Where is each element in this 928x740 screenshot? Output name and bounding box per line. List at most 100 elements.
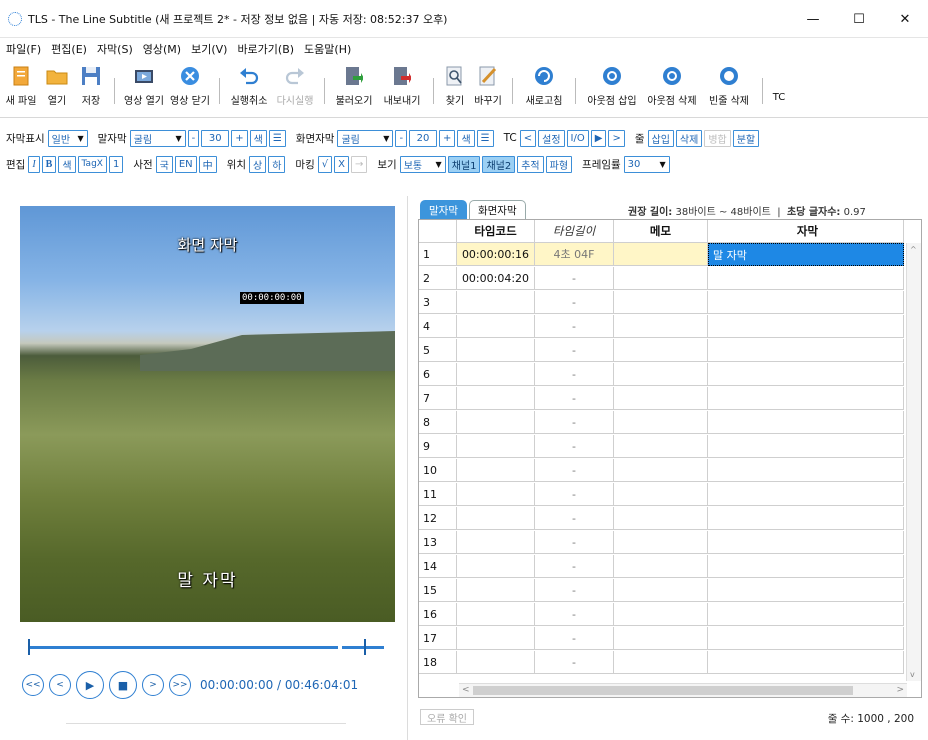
memo-cell[interactable]: [614, 507, 708, 530]
screen-align-icon[interactable]: ☰: [476, 129, 494, 147]
text-color-button[interactable]: 색: [58, 155, 76, 173]
bold-button[interactable]: B: [41, 155, 57, 173]
timecode-cell[interactable]: [457, 459, 535, 482]
header-timecode[interactable]: 타임코드: [457, 220, 535, 243]
scroll-thumb[interactable]: [473, 686, 853, 695]
tc-button[interactable]: TC: [769, 60, 789, 118]
timecode-cell[interactable]: [457, 531, 535, 554]
table-row[interactable]: 12 -: [419, 507, 921, 530]
subtitle-cell[interactable]: [708, 579, 904, 602]
table-row[interactable]: 18 -: [419, 651, 921, 674]
memo-cell[interactable]: [614, 315, 708, 338]
screen-size-plus[interactable]: +: [439, 129, 456, 147]
seek-bar[interactable]: [28, 639, 388, 655]
timecode-cell[interactable]: [457, 411, 535, 434]
subtitle-cell[interactable]: [708, 411, 904, 434]
vertical-scrollbar[interactable]: ^ v: [906, 243, 921, 681]
duration-cell[interactable]: -: [535, 435, 614, 458]
tc-prev-button[interactable]: <: [519, 129, 537, 147]
find-button[interactable]: 찾기: [440, 60, 470, 118]
memo-cell[interactable]: [614, 267, 708, 290]
speech-align-icon[interactable]: ☰: [268, 129, 286, 147]
line-split-button[interactable]: 분할: [732, 129, 760, 147]
subtitle-cell[interactable]: [708, 339, 904, 362]
memo-cell[interactable]: [614, 363, 708, 386]
close-video-button[interactable]: 영상 닫기: [167, 60, 213, 118]
tab-speech-subtitle[interactable]: 말자막: [420, 200, 467, 219]
duration-cell[interactable]: -: [535, 651, 614, 674]
close-button[interactable]: ✕: [882, 0, 928, 38]
mark-arrow-button[interactable]: →: [350, 155, 368, 173]
header-subtitle[interactable]: 자막: [708, 220, 904, 243]
speech-size-minus[interactable]: -: [187, 129, 200, 147]
speech-size-value[interactable]: 30: [201, 129, 230, 147]
tc-next-button[interactable]: >: [608, 129, 625, 147]
undo-button[interactable]: 실행취소: [226, 60, 272, 118]
save-button[interactable]: 저장: [74, 60, 108, 118]
line-delete-button[interactable]: 삭제: [675, 129, 703, 147]
timecode-cell[interactable]: [457, 387, 535, 410]
subtitle-cell[interactable]: [708, 291, 904, 314]
duration-cell[interactable]: -: [535, 459, 614, 482]
subtitle-cell[interactable]: [708, 603, 904, 626]
scroll-down-icon[interactable]: v: [910, 670, 915, 679]
duration-cell[interactable]: -: [535, 507, 614, 530]
rewind-icon[interactable]: <: [49, 674, 71, 696]
dict-english-button[interactable]: EN: [174, 155, 197, 173]
memo-cell[interactable]: [614, 483, 708, 506]
timecode-cell[interactable]: [457, 579, 535, 602]
redo-button[interactable]: 다시실행: [272, 60, 318, 118]
import-button[interactable]: 불러오기: [331, 60, 377, 118]
timecode-cell[interactable]: 00:00:00:16: [457, 243, 535, 266]
timecode-cell[interactable]: [457, 555, 535, 578]
memo-cell[interactable]: [614, 339, 708, 362]
memo-cell[interactable]: [614, 579, 708, 602]
menu-edit[interactable]: 편집(E): [51, 41, 87, 57]
subtitle-cell[interactable]: [708, 651, 904, 674]
memo-cell[interactable]: [614, 435, 708, 458]
menu-video[interactable]: 영상(M): [143, 41, 181, 57]
memo-cell[interactable]: [614, 411, 708, 434]
subtitle-cell[interactable]: [708, 555, 904, 578]
duration-cell[interactable]: -: [535, 411, 614, 434]
subtitle-grid[interactable]: 타임코드 타임길이 메모 자막 1 00:00:00:16 4초 04F 말 자막 2 0…: [418, 219, 922, 698]
memo-cell[interactable]: [614, 531, 708, 554]
table-row[interactable]: 3-: [419, 291, 921, 314]
memo-cell[interactable]: [614, 243, 708, 266]
scroll-right-icon[interactable]: >: [896, 685, 904, 695]
speech-font-select[interactable]: 굴림 ▼: [129, 129, 186, 147]
mark-check-button[interactable]: √: [317, 155, 333, 173]
duration-cell[interactable]: -: [535, 483, 614, 506]
duration-cell[interactable]: -: [535, 555, 614, 578]
tc-io-button[interactable]: I/O: [566, 129, 589, 147]
speech-color-button[interactable]: 색: [249, 129, 267, 147]
memo-cell[interactable]: [614, 291, 708, 314]
display-mode-select[interactable]: 일반 ▼: [47, 129, 88, 147]
header-memo[interactable]: 메모: [614, 220, 708, 243]
minimize-button[interactable]: —: [790, 0, 836, 38]
table-row[interactable]: 13 -: [419, 531, 921, 554]
menu-shortcut[interactable]: 바로가기(B): [237, 41, 294, 57]
timecode-cell[interactable]: [457, 627, 535, 650]
timecode-cell[interactable]: [457, 603, 535, 626]
table-row[interactable]: 10 -: [419, 459, 921, 482]
line-merge-button[interactable]: 병합: [704, 129, 731, 147]
error-check-button[interactable]: 오류 확인: [420, 709, 474, 725]
refresh-button[interactable]: 새로고침: [519, 60, 569, 118]
blank-delete-button[interactable]: 빈줄 삭제: [702, 60, 756, 118]
timecode-cell[interactable]: [457, 363, 535, 386]
screen-font-select[interactable]: 굴림 ▼: [337, 129, 394, 147]
framerate-select[interactable]: 30 ▼: [623, 155, 670, 173]
line-insert-button[interactable]: 삽입: [647, 129, 674, 147]
menu-subtitle[interactable]: 자막(S): [97, 41, 133, 57]
subtitle-cell[interactable]: [708, 459, 904, 482]
subtitle-cell[interactable]: [708, 363, 904, 386]
tab-screen-subtitle[interactable]: 화면자막: [468, 200, 526, 219]
table-row[interactable]: 9-: [419, 435, 921, 458]
scroll-up-icon[interactable]: ^: [910, 245, 917, 254]
screen-size-minus[interactable]: -: [395, 129, 408, 147]
duration-cell[interactable]: -: [535, 291, 614, 314]
forward-fast-icon[interactable]: >>: [169, 674, 191, 696]
memo-cell[interactable]: [614, 627, 708, 650]
tc-play-button[interactable]: ▶: [590, 129, 607, 147]
